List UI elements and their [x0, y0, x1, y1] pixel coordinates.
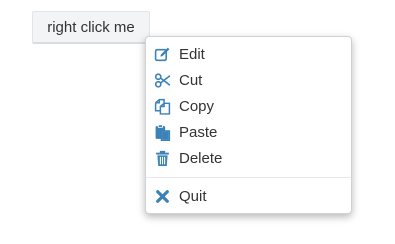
menu-item-label: Cut: [179, 71, 203, 89]
menu-item-label: Delete: [179, 149, 223, 167]
menu-item-label: Quit: [179, 187, 207, 205]
menu-item-cut[interactable]: Cut: [146, 67, 351, 93]
right-click-trigger-button[interactable]: right click me: [32, 11, 150, 44]
menu-separator: [146, 177, 351, 178]
edit-icon: [154, 46, 171, 63]
menu-item-copy[interactable]: Copy: [146, 93, 351, 119]
close-icon: [154, 188, 171, 205]
menu-item-paste[interactable]: Paste: [146, 119, 351, 145]
context-menu: Edit Cut Copy Paste Delete Quit: [145, 36, 352, 214]
scissors-icon: [154, 72, 171, 89]
menu-item-quit[interactable]: Quit: [146, 183, 351, 209]
menu-item-label: Copy: [179, 97, 215, 115]
menu-item-edit[interactable]: Edit: [146, 41, 351, 67]
menu-item-label: Paste: [179, 123, 218, 141]
menu-item-label: Edit: [179, 45, 205, 63]
page: right click me Edit Cut Copy Paste Delet…: [0, 0, 395, 244]
trash-icon: [154, 150, 171, 167]
copy-icon: [154, 98, 171, 115]
paste-icon: [154, 123, 171, 141]
menu-item-delete[interactable]: Delete: [146, 145, 351, 171]
